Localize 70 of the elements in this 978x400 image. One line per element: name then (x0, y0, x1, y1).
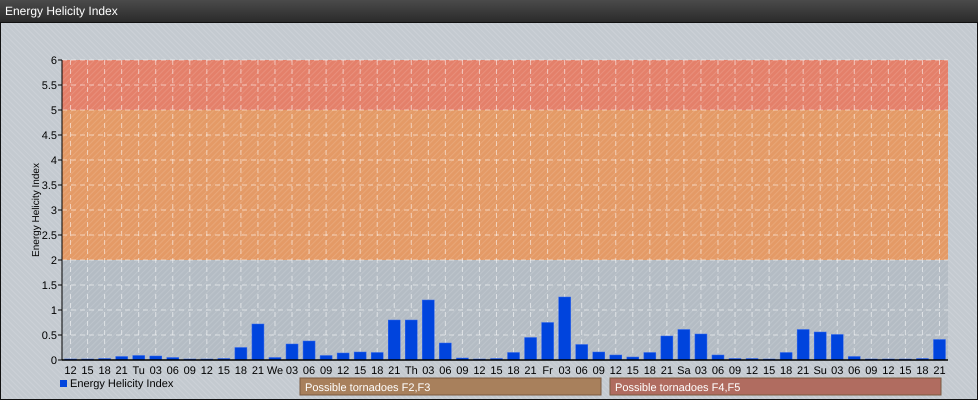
axis-tick-label: 18 (644, 365, 656, 377)
axis-tick-label: 0.5 (42, 330, 57, 342)
axis-tick-label: 03 (831, 365, 844, 377)
axis-tick-label: 1.5 (42, 280, 57, 292)
legend-label: Possible tornadoes F2,F3 (305, 382, 430, 394)
axis-tick-label: 21 (524, 365, 537, 377)
axis-tick-label: 0 (50, 355, 57, 367)
axis-tick-label: 21 (116, 365, 128, 377)
axis-tick-label: 06 (166, 365, 179, 377)
axis-tick-label: 2 (50, 255, 57, 267)
axis-tick-label: Sa (677, 365, 691, 377)
axis-tick-label: We (266, 365, 284, 377)
axis-tick-label: 6 (50, 55, 57, 67)
axis-tick-label: 5.5 (42, 80, 57, 92)
axis-tick-label: 12 (64, 365, 77, 377)
axis-tick-label: 15 (899, 365, 912, 377)
window-title: Energy Helicity Index (5, 4, 118, 18)
axis-tick-label: 18 (98, 365, 111, 377)
axis-tick-label: 15 (354, 365, 366, 377)
axis-tick-label: 06 (712, 365, 724, 377)
axis-tick-label: 03 (422, 365, 434, 377)
axis-tick-label: 12 (610, 365, 622, 377)
axis-tick-label: 03 (286, 365, 298, 377)
axis-tick-label: 18 (371, 365, 384, 377)
axis-tick-label: 12 (200, 365, 213, 377)
axis-tick-label: 06 (302, 365, 316, 377)
axis-tick-label: 12 (473, 365, 486, 377)
axis-tick-label: 15 (626, 365, 639, 377)
axis-tick-label: Fr (542, 365, 553, 377)
axis-tick-label: Tu (132, 365, 145, 377)
axis-tick-label: 21 (660, 365, 673, 377)
axis-tick-label: 15 (762, 365, 776, 377)
axis-tick-label: 15 (218, 365, 230, 377)
axis-tick-label: 21 (388, 365, 400, 377)
axis-tick-label: 21 (797, 365, 810, 377)
axis-tick-label: 03 (558, 365, 571, 377)
axis-tick-label: 21 (252, 365, 264, 377)
axis-tick-label: 3.5 (42, 180, 57, 192)
axis-tick-label: 1 (50, 305, 57, 317)
axis-tick-label: 09 (728, 365, 742, 377)
legend-label: Energy Helicity Index (70, 378, 174, 390)
axis-tick-label: 03 (150, 365, 162, 377)
axis-tick-label: 09 (320, 365, 332, 377)
axis-tick-label: 06 (439, 365, 452, 377)
axis-tick-label: 18 (780, 365, 792, 377)
axis-tick-label: 18 (507, 365, 520, 377)
axis-tick-label: Th (404, 365, 418, 377)
axis-tick-label: 06 (848, 365, 860, 377)
axis-tick-label: 12 (337, 365, 350, 377)
axis-tick-label: 09 (865, 365, 878, 377)
legend-label: Possible tornadoes F4,F5 (615, 382, 740, 394)
axis-tick-label: 09 (456, 365, 469, 377)
axis-tick-label: 15 (81, 365, 94, 377)
axis-tick-label: 03 (694, 365, 708, 377)
axis-tick-label: Su (813, 365, 827, 377)
axis-tick-label: 09 (184, 365, 196, 377)
axis-tick-label: 3 (50, 205, 57, 217)
axis-title: Energy Helicity Index (31, 163, 42, 257)
axis-tick-label: 09 (592, 365, 605, 377)
axis-tick-label: 12 (746, 365, 758, 377)
axis-tick-label: 4.5 (42, 130, 57, 142)
axis-tick-label: 12 (882, 365, 894, 377)
axis-tick-label: 21 (933, 365, 946, 377)
axis-tick-label: 15 (490, 365, 503, 377)
axis-tick-label: 18 (234, 365, 248, 377)
axis-tick-label: 5 (50, 105, 57, 117)
axis-tick-label: 4 (50, 155, 57, 167)
axis-tick-label: 18 (916, 365, 929, 377)
axis-tick-label: 06 (576, 365, 588, 377)
axis-tick-label: 2.5 (42, 230, 57, 242)
